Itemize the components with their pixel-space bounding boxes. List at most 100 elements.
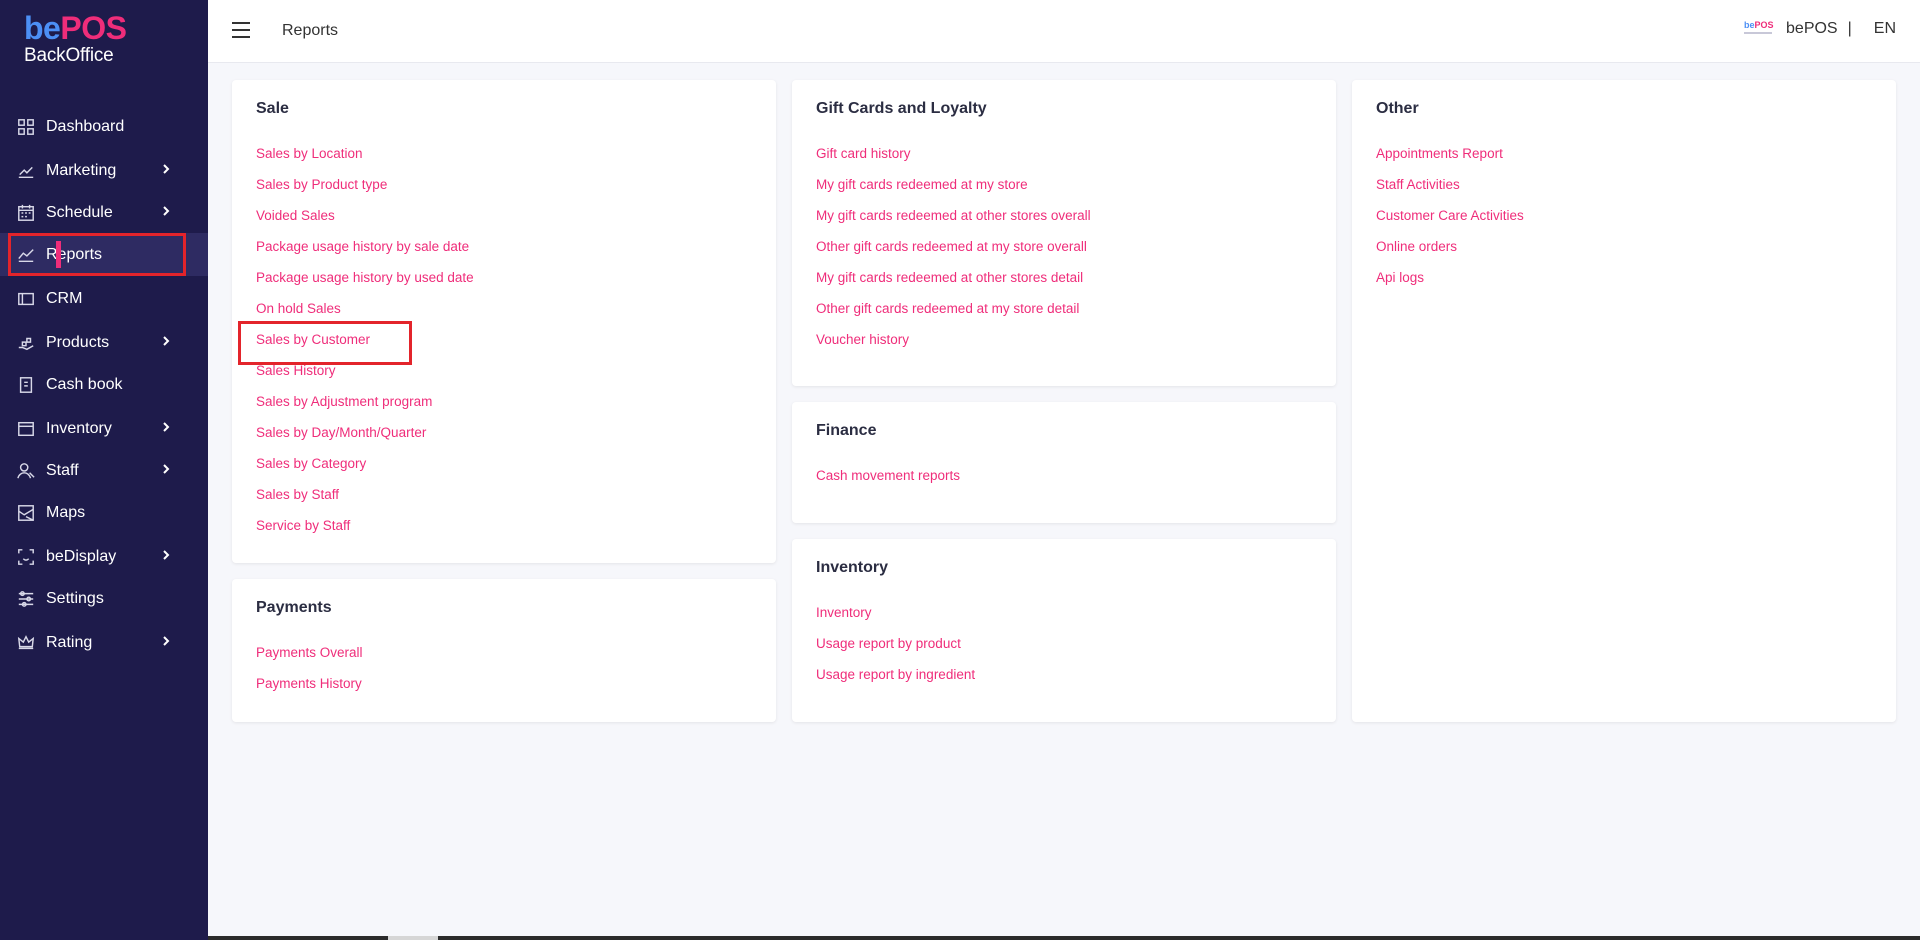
logo-pos: POS xyxy=(60,10,127,46)
report-link[interactable]: Inventory xyxy=(816,605,975,636)
sidebar-item-products[interactable]: Products xyxy=(0,321,208,364)
report-link[interactable]: Other gift cards redeemed at my store ov… xyxy=(816,239,1091,270)
report-link[interactable]: Sales by Day/Month/Quarter xyxy=(256,425,474,456)
sidebar-item-label: Inventory xyxy=(46,419,112,437)
report-link[interactable]: Online orders xyxy=(1376,239,1524,270)
report-link[interactable]: Package usage history by sale date xyxy=(256,239,474,270)
report-link[interactable]: Usage report by ingredient xyxy=(816,667,975,698)
report-link[interactable]: Staff Activities xyxy=(1376,177,1524,208)
mini-logo-pos: POS xyxy=(1754,20,1774,30)
report-link[interactable]: Package usage history by used date xyxy=(256,270,474,301)
card-title: Gift Cards and Loyalty xyxy=(816,100,987,117)
report-link[interactable]: Payments History xyxy=(256,676,363,707)
card-finance: Finance Cash movement reports xyxy=(792,402,1336,523)
chevron-right-icon xyxy=(160,420,172,438)
report-link[interactable]: Service by Staff xyxy=(256,518,474,549)
card-payments: Payments Payments Overall Payments Histor… xyxy=(232,579,776,722)
bepos-logo[interactable]: bePOS BackOffice xyxy=(24,10,127,66)
highlight-box xyxy=(8,233,186,276)
sidebar-item-label: Settings xyxy=(46,589,104,607)
report-link[interactable]: Usage report by product xyxy=(816,636,975,667)
report-link[interactable]: Sales by Adjustment program xyxy=(256,394,474,425)
sidebar-item-label: Products xyxy=(46,333,110,351)
logo-subtitle: BackOffice xyxy=(24,45,114,66)
report-link[interactable]: Sales by Staff xyxy=(256,487,474,518)
account-name[interactable]: bePOS xyxy=(1786,20,1838,38)
language-switcher[interactable]: EN xyxy=(1874,20,1896,38)
menu-toggle-icon[interactable] xyxy=(232,22,250,38)
report-link[interactable]: Sales by Location xyxy=(256,146,474,177)
card-title: Finance xyxy=(816,422,877,439)
sidebar-item-bedisplay[interactable]: beDisplay xyxy=(0,535,208,578)
archive-icon xyxy=(16,419,36,439)
report-link[interactable]: Voucher history xyxy=(816,332,1091,363)
chevron-right-icon xyxy=(160,162,172,180)
sidebar-item-settings[interactable]: Settings xyxy=(0,577,208,620)
face-scan-icon xyxy=(16,547,36,567)
report-link-list: Inventory Usage report by product Usage re… xyxy=(816,605,975,698)
report-link-list: Gift card history My gift cards redeemed … xyxy=(816,146,1091,363)
report-link[interactable]: Payments Overall xyxy=(256,645,363,676)
chevron-right-icon xyxy=(160,334,172,352)
sidebar-item-crm[interactable]: CRM xyxy=(0,277,208,320)
report-link[interactable]: My gift cards redeemed at other stores d… xyxy=(816,270,1091,301)
sidebar-item-label: Maps xyxy=(46,503,86,521)
book-icon xyxy=(16,375,36,395)
sidebar-item-label: Cash book xyxy=(46,375,123,393)
chevron-right-icon xyxy=(160,204,172,222)
users-icon xyxy=(16,461,36,481)
report-link[interactable]: Sales by Category xyxy=(256,456,474,487)
sidebar-item-maps[interactable]: Maps xyxy=(0,491,208,534)
report-link[interactable]: My gift cards redeemed at other stores o… xyxy=(816,208,1091,239)
card-icon xyxy=(16,289,36,309)
crown-icon xyxy=(16,633,36,653)
report-link[interactable]: Sales by Customer xyxy=(256,332,474,363)
report-link[interactable]: Gift card history xyxy=(816,146,1091,177)
report-link-list: Appointments Report Staff Activities Custo… xyxy=(1376,146,1524,301)
chevron-right-icon xyxy=(160,634,172,652)
report-link[interactable]: Sales History xyxy=(256,363,474,394)
report-link[interactable]: Api logs xyxy=(1376,270,1524,301)
cursor-indicator xyxy=(56,241,61,268)
sidebar-item-marketing[interactable]: Marketing xyxy=(0,149,208,192)
sidebar-item-label: Schedule xyxy=(46,203,113,221)
topbar: Reports bePOS bePOS | EN xyxy=(208,0,1920,63)
box-hand-icon xyxy=(16,333,36,353)
sidebar-item-staff[interactable]: Staff xyxy=(0,449,208,492)
logo-brand: bePOS xyxy=(24,10,127,46)
sidebar-item-schedule[interactable]: Schedule xyxy=(0,191,208,234)
report-link[interactable]: Sales by Product type xyxy=(256,177,474,208)
sidebar-item-inventory[interactable]: Inventory xyxy=(0,407,208,450)
report-link[interactable]: Cash movement reports xyxy=(816,468,960,499)
chevron-right-icon xyxy=(160,548,172,566)
report-link[interactable]: On hold Sales xyxy=(256,301,474,332)
chevron-right-icon xyxy=(160,462,172,480)
report-link[interactable]: Voided Sales xyxy=(256,208,474,239)
sidebar-item-label: CRM xyxy=(46,289,83,307)
bottom-scrollbar[interactable] xyxy=(208,936,1920,940)
mini-logo-be: be xyxy=(1744,20,1755,30)
card-gift-cards-loyalty: Gift Cards and Loyalty Gift card history… xyxy=(792,80,1336,386)
sidebar-item-cash-book[interactable]: Cash book xyxy=(0,363,208,406)
sidebar-item-rating[interactable]: Rating xyxy=(0,621,208,664)
sidebar-item-dashboard[interactable]: Dashboard xyxy=(0,105,208,148)
map-icon xyxy=(16,503,36,523)
report-link[interactable]: Other gift cards redeemed at my store de… xyxy=(816,301,1091,332)
card-sale: Sale Sales by Location Sales by Product t… xyxy=(232,80,776,563)
report-link[interactable]: My gift cards redeemed at my store xyxy=(816,177,1091,208)
sidebar: bePOS BackOffice Dashboard Marketing Sched… xyxy=(0,0,208,940)
header-right: bePOS bePOS | EN xyxy=(1744,20,1896,38)
report-link-list: Cash movement reports xyxy=(816,468,960,499)
report-link-list: Sales by Location Sales by Product type Vo… xyxy=(256,146,474,549)
card-title: Payments xyxy=(256,599,332,616)
sidebar-item-label: Staff xyxy=(46,461,79,479)
sidebar-item-label: Rating xyxy=(46,633,93,651)
header-separator: | xyxy=(1847,20,1852,37)
logo-be: be xyxy=(24,10,61,46)
report-link[interactable]: Appointments Report xyxy=(1376,146,1524,177)
report-link[interactable]: Customer Care Activities xyxy=(1376,208,1524,239)
sidebar-item-reports[interactable]: Reports xyxy=(0,233,208,276)
card-inventory: Inventory Inventory Usage report by produ… xyxy=(792,539,1336,722)
card-title: Inventory xyxy=(816,559,889,576)
sidebar-item-label: Dashboard xyxy=(46,117,125,135)
